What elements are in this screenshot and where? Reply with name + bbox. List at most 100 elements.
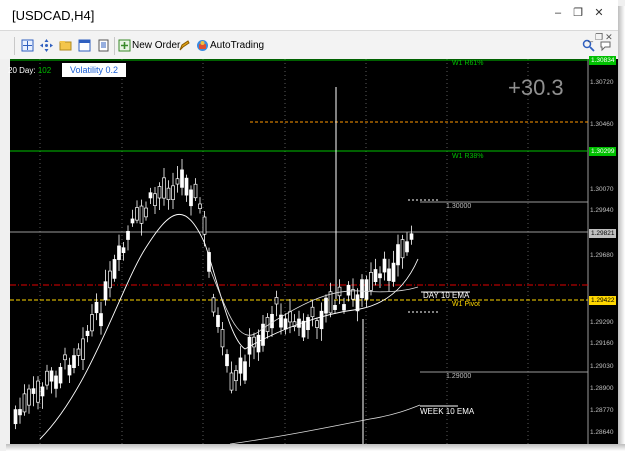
candle-body: [274, 297, 279, 305]
candle-body: [108, 270, 112, 289]
toolbar-separator: [114, 37, 115, 55]
candle-body: [256, 334, 261, 353]
price-tick: 1.29290: [590, 319, 614, 326]
close-button[interactable]: ✕: [592, 6, 606, 20]
candle-body: [45, 370, 49, 386]
price-chart[interactable]: [0, 59, 618, 444]
candle-body: [211, 297, 216, 313]
candle-body: [234, 370, 238, 382]
candle-body: [144, 207, 148, 218]
candle-body: [220, 329, 225, 348]
candle-body: [157, 186, 162, 199]
window-shadow: [618, 6, 625, 451]
candle-body: [175, 178, 180, 185]
candle-body: [67, 364, 72, 376]
candle-body: [198, 203, 202, 209]
window-title: [USDCAD,H4]: [12, 8, 95, 23]
candle-body: [229, 372, 234, 391]
candle-body: [76, 348, 81, 356]
week-ema-label: WEEK 10 EMA: [420, 407, 475, 416]
pips-readout: +30.3: [508, 75, 564, 100]
minimize-button[interactable]: –: [551, 6, 565, 20]
day-ema-label: DAY 10 EMA: [423, 291, 470, 300]
candle-body: [270, 313, 274, 329]
w1-r61-label: W1 R61%: [452, 60, 484, 67]
folder-icon[interactable]: [59, 39, 72, 52]
price-tick: 1.29940: [590, 207, 614, 214]
template-icon[interactable]: [97, 39, 110, 52]
candle-body: [22, 393, 27, 413]
candle-body: [310, 306, 315, 318]
round-level-high-label: 1.30000: [446, 203, 472, 210]
mdi-minimize-icon[interactable]: _: [588, 32, 595, 42]
restore-button[interactable]: ❐: [571, 6, 585, 20]
price-tick: 1.29680: [590, 252, 614, 259]
candle-body: [112, 259, 117, 279]
candle-body: [148, 192, 153, 199]
candle-body: [121, 247, 126, 254]
candle-body: [373, 269, 378, 282]
candle-body: [202, 216, 207, 235]
price-box-pivot: 1.29422: [589, 296, 616, 305]
candle-body: [171, 185, 175, 200]
candle-body: [189, 189, 193, 207]
candle-body: [58, 366, 63, 384]
candle-body: [328, 291, 333, 314]
candle-body: [139, 205, 144, 224]
candle-body: [49, 370, 54, 382]
candle-body: [315, 320, 319, 328]
candle-body: [94, 301, 99, 314]
price-tick: 1.29160: [590, 340, 614, 347]
candle-body: [283, 318, 288, 330]
candle-body: [18, 409, 22, 416]
candle-body: [13, 409, 18, 425]
candle-body: [243, 361, 247, 381]
autotrading-icon[interactable]: [196, 39, 209, 52]
candle-body: [103, 281, 108, 301]
autotrading-button[interactable]: AutoTrading: [210, 40, 264, 51]
candle-body: [391, 262, 396, 282]
candle-body: [193, 183, 198, 199]
window-icon[interactable]: [78, 39, 91, 52]
chart-area[interactable]: 20 Day: 102 Volatility 0.2 +30.3 W1 R61%…: [0, 56, 618, 444]
volatility-badge: Volatility 0.2: [62, 63, 126, 77]
price-box-r61: 1.30834: [589, 56, 616, 65]
mdi-close-icon[interactable]: ✕: [605, 32, 615, 42]
price-tick: 1.28900: [590, 385, 614, 392]
pencil-icon[interactable]: [178, 39, 191, 52]
crosshair-icon[interactable]: [21, 39, 34, 52]
candle-body: [382, 258, 387, 273]
candle-body: [27, 388, 31, 406]
price-tick: 1.29030: [590, 363, 614, 370]
candle-body: [400, 239, 405, 259]
candle-body: [319, 310, 324, 330]
candle-body: [31, 388, 36, 394]
candle-body: [288, 311, 292, 323]
mdi-restore-icon[interactable]: ❐: [595, 32, 605, 42]
candle-body: [360, 279, 364, 299]
move-icon[interactable]: [40, 39, 53, 52]
candle-body: [99, 313, 103, 327]
candle-body: [346, 284, 351, 296]
price-tick: 1.30720: [590, 79, 614, 86]
candle-body: [63, 354, 67, 361]
twenty-day-value: 102: [37, 66, 52, 75]
candle-body: [216, 315, 220, 327]
toolbar: New Order AutoTrading: [0, 31, 618, 60]
candle-body: [238, 357, 243, 374]
new-order-icon[interactable]: [118, 39, 131, 52]
candle-body: [378, 273, 382, 279]
candle-body: [306, 317, 310, 331]
candle-body: [126, 231, 130, 240]
price-tick: 1.28770: [590, 407, 614, 414]
price-tick: 1.28640: [590, 429, 614, 436]
price-box-r38: 1.30299: [589, 147, 616, 156]
candle-body: [355, 294, 360, 312]
new-order-button[interactable]: New Order: [132, 40, 180, 51]
candle-body: [36, 380, 40, 403]
candle-body: [387, 268, 391, 281]
candle-body: [252, 336, 256, 348]
candle-body: [90, 314, 94, 332]
chart-background: [10, 59, 588, 444]
round-level-low-label: 1.29000: [446, 373, 472, 380]
